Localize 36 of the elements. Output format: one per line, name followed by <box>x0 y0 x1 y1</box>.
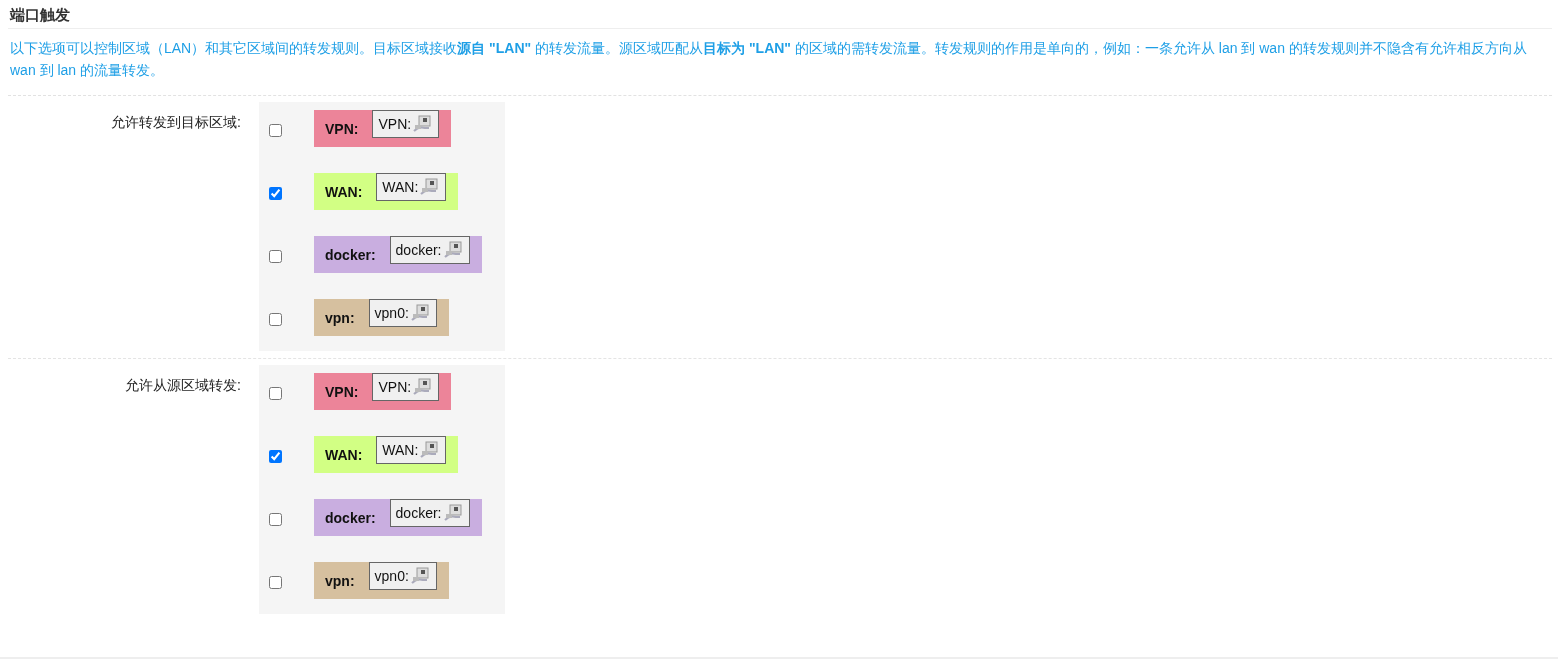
network-chip: vpn0: <box>368 561 437 590</box>
zone-name: vpn: <box>325 309 355 326</box>
zone-checkbox[interactable] <box>269 250 282 263</box>
network-icon <box>443 240 464 259</box>
field-label: 允许从源区域转发: <box>125 377 241 393</box>
network-chip: docker: <box>389 235 470 264</box>
zone-name: VPN: <box>325 120 359 137</box>
zone-name: docker: <box>325 246 376 263</box>
zone-checkbox[interactable] <box>269 450 282 463</box>
zone-checkbox[interactable] <box>269 513 282 526</box>
network-icon <box>420 440 441 459</box>
network-chip: WAN: <box>376 435 447 464</box>
network-chip: VPN: <box>372 109 440 138</box>
zone-name: WAN: <box>325 446 363 463</box>
section-title: 端口触发 <box>10 5 71 25</box>
network-icon <box>413 377 434 396</box>
zone-checkbox[interactable] <box>269 124 282 137</box>
network-icon <box>410 566 431 585</box>
field-label: 允许转发到目标区域: <box>111 114 241 130</box>
network-icon <box>420 177 441 196</box>
network-chip: VPN: <box>372 372 440 401</box>
zone-checkbox[interactable] <box>269 313 282 326</box>
network-chip: docker: <box>389 498 470 527</box>
zone-checkbox[interactable] <box>269 387 282 400</box>
network-icon <box>443 503 464 522</box>
zone-checkbox[interactable] <box>269 187 282 200</box>
zone-checkbox[interactable] <box>269 576 282 589</box>
zone-name: WAN: <box>325 183 363 200</box>
network-icon <box>410 303 431 322</box>
zone-name: vpn: <box>325 572 355 589</box>
network-chip: WAN: <box>376 172 447 201</box>
zone-name: VPN: <box>325 383 359 400</box>
network-chip: vpn0: <box>368 298 437 327</box>
section-description: 以下选项可以控制区域（LAN）和其它区域间的转发规则。目标区域接收源自 "LAN" 的转发流量。源区域匹配从目标为 "LAN" 的区域的需转发流量。转发规则的作用是单向的，例如：一条允许从 lan 到 wan 的转发规则并不隐含有允许相反方向从 wan 到 lan 的流量转发。 <box>8 28 1552 96</box>
zone-name: docker: <box>325 509 376 526</box>
network-icon <box>413 114 434 133</box>
